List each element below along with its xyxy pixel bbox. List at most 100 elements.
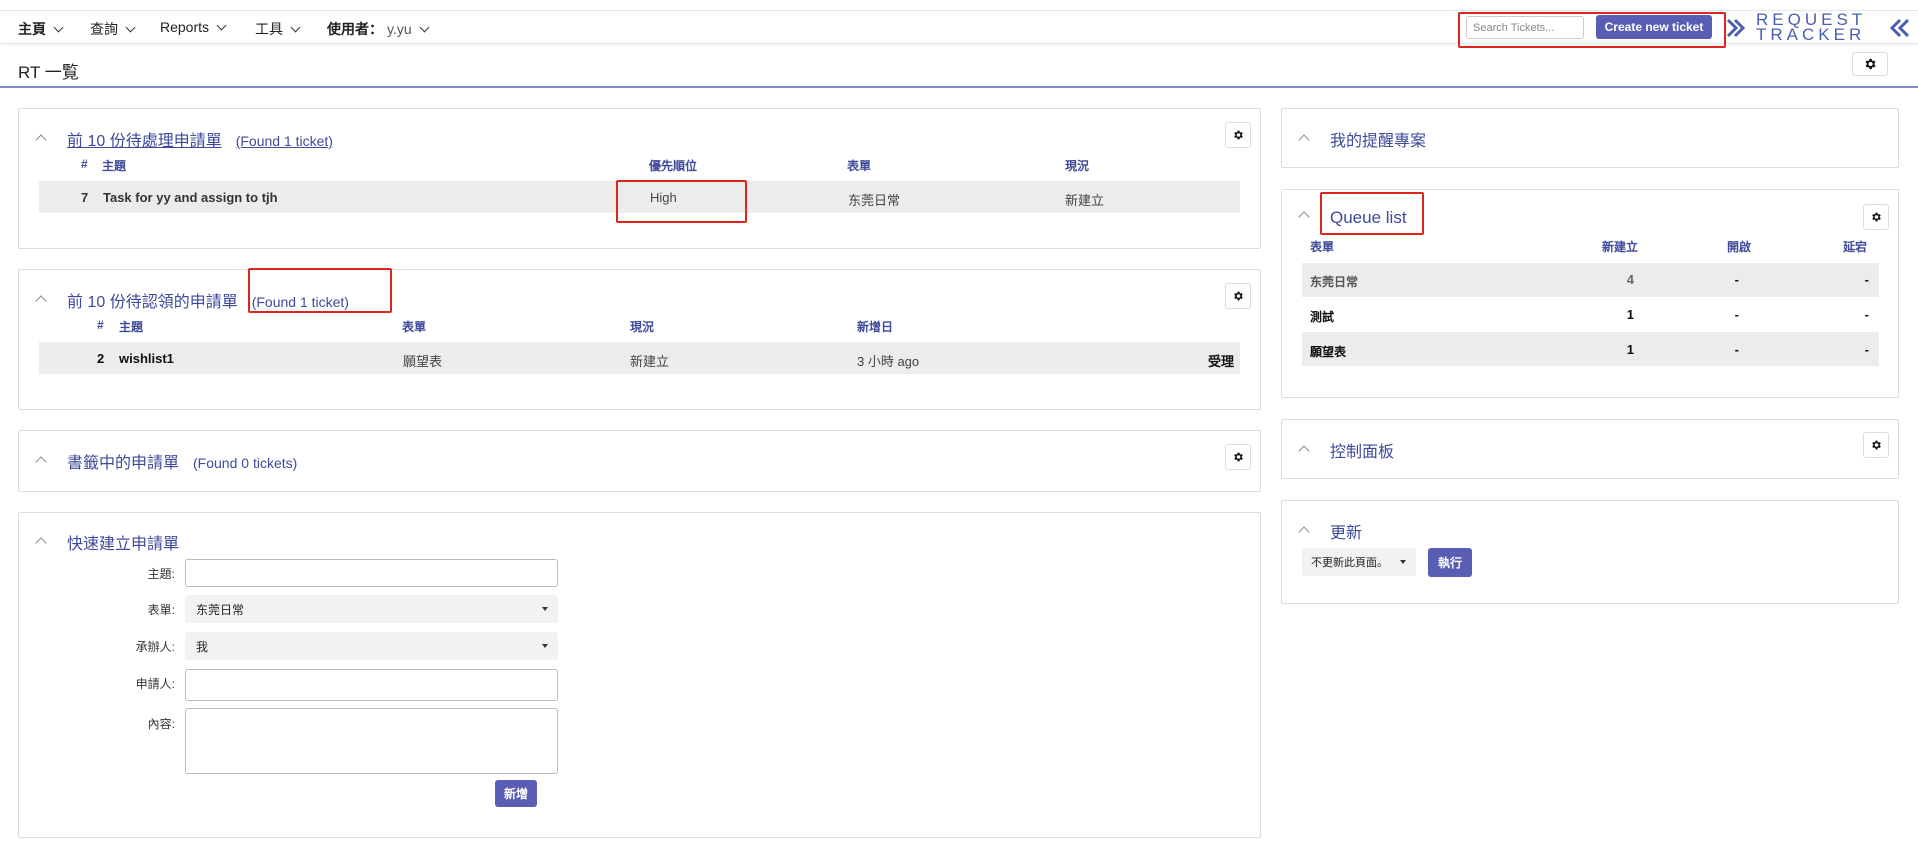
ticket-queue: 願望表 — [403, 354, 443, 369]
gear-icon — [1865, 58, 1876, 70]
chevron-down-icon — [290, 22, 301, 32]
queue-new-count[interactable]: 1 — [1572, 307, 1634, 322]
queue-open-count[interactable]: - — [1712, 342, 1739, 357]
column-header[interactable]: 表單 — [847, 157, 871, 174]
refresh-interval-select[interactable]: 不更新此頁面。 — [1302, 548, 1416, 576]
column-header[interactable]: 主題 — [102, 157, 126, 174]
ticket-created: 3 小時 ago — [857, 354, 920, 369]
column-header[interactable]: 現況 — [1065, 157, 1089, 174]
panel-header: 我的提醒專案 — [1298, 127, 1426, 151]
panel-title-link[interactable]: Queue list — [1330, 208, 1407, 228]
column-header[interactable]: 主題 — [119, 318, 143, 335]
collapse-icon[interactable] — [1298, 211, 1310, 223]
owner-select[interactable]: 我 — [185, 632, 558, 660]
search-tickets-input[interactable] — [1466, 16, 1584, 39]
column-header: 表單 — [1310, 240, 1335, 254]
requestor-field[interactable] — [185, 669, 558, 701]
queue-stalled-count[interactable]: - — [1842, 272, 1869, 287]
nav-tools[interactable]: 工具 — [255, 19, 301, 39]
nav-user[interactable]: 使用者： y.yu — [327, 19, 430, 39]
ticket-status: 新建立 — [1065, 193, 1105, 208]
queue-name-link[interactable]: 願望表 — [1310, 343, 1346, 360]
gear-icon — [1234, 452, 1243, 462]
panel-title-link[interactable]: 控制面板 — [1330, 438, 1394, 462]
create-submit-button[interactable]: 新增 — [495, 780, 537, 807]
column-header[interactable]: 表單 — [402, 318, 426, 335]
collapse-icon[interactable] — [35, 134, 47, 146]
collapse-icon[interactable] — [35, 295, 47, 307]
found-count-link[interactable]: (Found 0 tickets) — [193, 455, 297, 471]
nav-user-value: y.yu — [387, 21, 412, 37]
panel-settings-button[interactable] — [1863, 432, 1889, 458]
panel-header: 快速建立申請單 — [35, 530, 180, 554]
panel-title-link[interactable]: 書籤中的申請單 — [67, 449, 179, 473]
ticket-id[interactable]: 7 — [81, 190, 88, 205]
chevron-down-icon — [125, 22, 136, 32]
caret-down-icon — [1400, 560, 1406, 564]
take-ticket-link[interactable]: 受理 — [1208, 351, 1234, 370]
chevron-down-icon — [216, 20, 227, 30]
collapse-icon[interactable] — [1298, 445, 1310, 457]
refresh-interval-value: 不更新此頁面。 — [1311, 557, 1388, 569]
page-settings-button[interactable] — [1852, 52, 1888, 76]
column-header[interactable]: # — [81, 157, 88, 171]
collapse-icon[interactable] — [1298, 526, 1310, 538]
panel-settings-button[interactable] — [1863, 204, 1889, 230]
content-textarea[interactable] — [185, 708, 558, 774]
logo-back-chevrons-icon — [1889, 18, 1910, 38]
collapse-icon[interactable] — [35, 456, 47, 468]
ticket-queue: 东莞日常 — [848, 193, 901, 208]
ticket-subject-link[interactable]: wishlist1 — [119, 351, 174, 366]
request-tracker-logo[interactable]: REQUEST TRACKER — [1724, 11, 1918, 44]
panel-header: 前 10 份待認領的申請單 (Found 1 ticket) — [35, 288, 349, 312]
nav-search[interactable]: 查詢 — [90, 19, 136, 39]
subject-field[interactable] — [185, 559, 558, 587]
queue-open-count[interactable]: - — [1712, 307, 1739, 322]
panel-settings-button[interactable] — [1225, 122, 1251, 148]
nav-reports[interactable]: Reports — [160, 19, 227, 35]
collapse-icon[interactable] — [35, 537, 47, 549]
queue-stalled-count[interactable]: - — [1842, 342, 1869, 357]
chevron-down-icon — [53, 22, 64, 32]
queue-label: 表單: — [147, 603, 175, 617]
column-header[interactable]: 優先順位 — [649, 157, 697, 174]
panel-title: 更新 — [1330, 525, 1363, 542]
ticket-subject-link[interactable]: Task for yy and assign to tjh — [103, 190, 278, 205]
nav-home[interactable]: 主頁 — [18, 19, 64, 39]
gear-icon — [1872, 212, 1881, 222]
title-divider — [0, 86, 1918, 88]
found-count-link[interactable]: (Found 1 ticket) — [236, 133, 333, 149]
refresh-go-button[interactable]: 執行 — [1428, 548, 1472, 577]
queue-name-link[interactable]: 东莞日常 — [1310, 273, 1358, 290]
panel-settings-button[interactable] — [1225, 283, 1251, 309]
column-header[interactable]: 現況 — [630, 318, 654, 335]
nav-search-label: 查詢 — [90, 21, 118, 37]
nav-user-label: 使用者： — [327, 21, 383, 37]
column-header: 延宕 — [1843, 240, 1868, 254]
queue-name-link[interactable]: 測試 — [1310, 308, 1334, 325]
queue-select[interactable]: 东莞日常 — [185, 595, 558, 623]
logo-chevrons-icon — [1726, 18, 1746, 38]
ticket-id[interactable]: 2 — [97, 351, 104, 366]
found-count-link[interactable]: (Found 1 ticket) — [252, 294, 349, 310]
panel-title: 快速建立申請單 — [67, 536, 180, 553]
queue-stalled-count[interactable]: - — [1842, 307, 1869, 322]
panel-header: Queue list — [1298, 208, 1407, 228]
column-header[interactable]: # — [97, 318, 104, 332]
queue-new-count[interactable]: 1 — [1572, 342, 1634, 357]
panel-title-link[interactable]: 我的提醒專案 — [1330, 127, 1426, 151]
collapse-icon[interactable] — [1298, 134, 1310, 146]
panel-top10-pending: 前 10 份待處理申請單 (Found 1 ticket) # 主題 優先順位 … — [18, 108, 1261, 249]
panel-header: 書籤中的申請單 (Found 0 tickets) — [35, 449, 297, 473]
column-header[interactable]: 新增日 — [857, 318, 893, 335]
owner-select-value: 我 — [196, 639, 209, 654]
create-new-ticket-button[interactable]: Create new ticket — [1596, 15, 1712, 39]
queue-open-count[interactable]: - — [1712, 272, 1739, 287]
requestor-label: 申請人: — [135, 677, 175, 691]
panel-settings-button[interactable] — [1225, 444, 1251, 470]
queue-new-count[interactable]: 4 — [1572, 272, 1634, 287]
panel-title-link[interactable]: 前 10 份待認領的申請單 — [67, 288, 238, 312]
nav-home-label: 主頁 — [18, 21, 46, 37]
column-header: 開啟 — [1727, 240, 1752, 254]
panel-title-link[interactable]: 前 10 份待處理申請單 — [67, 127, 222, 151]
